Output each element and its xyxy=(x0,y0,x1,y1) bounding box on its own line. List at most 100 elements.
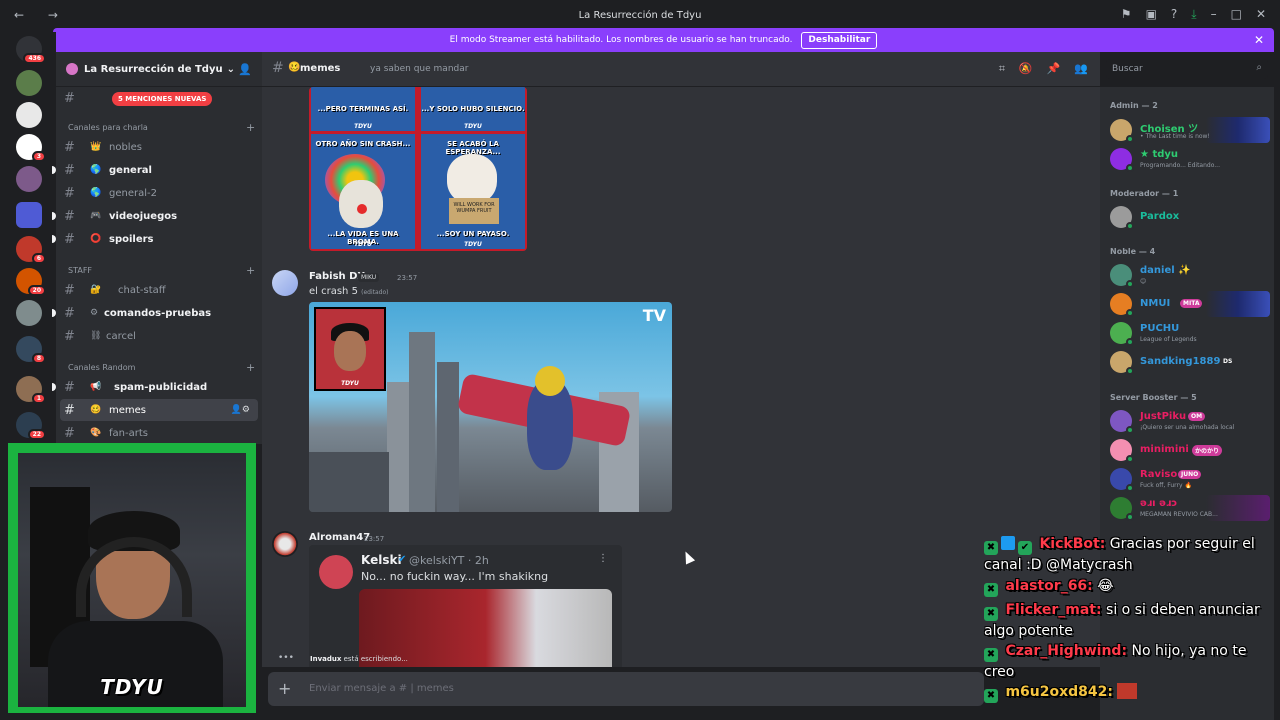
channel-general[interactable]: # 🌎 general xyxy=(52,159,262,181)
server-icon[interactable]: 8 xyxy=(16,336,46,364)
channel-comandos-pruebas[interactable]: # ⚙ comandos-pruebas xyxy=(52,302,262,324)
close-icon[interactable]: ✕ xyxy=(1256,7,1266,22)
tweet-embed[interactable]: Kelski ✔ @kelskiYT · 2h ⋮ No... no fucki… xyxy=(309,545,622,667)
channel-general-2[interactable]: # 🌎 general-2 xyxy=(56,182,262,204)
maximize-icon[interactable]: □ xyxy=(1231,7,1242,22)
member-item[interactable]: Choisen ツ • The Last time is now! xyxy=(1110,117,1270,145)
hash-icon: # xyxy=(64,282,75,298)
typing-indicator: ••• Invadux está escribiendo... xyxy=(262,653,408,663)
pilot-head xyxy=(535,366,565,396)
add-channel-icon[interactable]: + xyxy=(246,361,255,374)
category-staff[interactable]: STAFF + xyxy=(68,264,255,277)
avatar[interactable] xyxy=(272,270,298,296)
video-attachment[interactable]: TV TDYU xyxy=(309,302,672,512)
stream-chat-overlay: ✖ ✔ KickBot: Gracias por seguir el canal … xyxy=(980,514,1275,720)
embed-author[interactable]: Kelski xyxy=(361,553,402,567)
server-icon[interactable] xyxy=(16,70,42,96)
channel-nobles[interactable]: # 👑 nobles xyxy=(56,136,262,158)
member-item[interactable]: JustPiku OM ¡Quiero ser una almohada loc… xyxy=(1110,408,1270,436)
meme-image[interactable]: ...PERO TERMINAS ASÍ. TDYU ...Y SOLO HUB… xyxy=(309,87,527,251)
member-item[interactable]: ★ tdyu Programando... Editando... xyxy=(1110,146,1270,174)
member-item[interactable]: minimini かのかり xyxy=(1110,437,1270,465)
more-options-icon[interactable]: ⋮ xyxy=(598,553,608,564)
flag-icon[interactable]: ⚑ xyxy=(1121,7,1132,22)
server-icon[interactable] xyxy=(16,300,42,326)
channel-memes[interactable]: # 🥴 memes 👤⚙ xyxy=(60,399,258,421)
emote-icon xyxy=(1117,683,1138,699)
member-item[interactable]: Raviso JUNO Fuck off, Furry 🔥 xyxy=(1110,466,1270,494)
member-item[interactable]: Sandking1889 DS xyxy=(1110,349,1270,377)
inbox-icon[interactable]: ▣ xyxy=(1146,7,1157,22)
member-name: JustPiku xyxy=(1140,411,1187,422)
channel-videojuegos[interactable]: # 🎮 videojuegos xyxy=(52,205,262,227)
invite-icon[interactable]: 👤 xyxy=(238,63,252,76)
help-icon[interactable]: ? xyxy=(1171,7,1177,22)
avatar[interactable] xyxy=(272,531,298,557)
meme-tag: TDYU xyxy=(354,123,372,130)
message-author[interactable]: Fabish DX xyxy=(309,271,365,282)
mute-icon[interactable]: 🔕 xyxy=(1019,62,1033,76)
channel-spam-publicidad[interactable]: # 📢 spam-publicidad xyxy=(52,376,262,398)
download-icon[interactable]: ⤓ xyxy=(1191,7,1196,22)
pip-face xyxy=(334,331,366,371)
server-icon[interactable]: 6 xyxy=(16,236,46,264)
pin-icon[interactable]: 📌 xyxy=(1047,62,1061,76)
folder-icon[interactable] xyxy=(16,202,42,228)
channel-spoilers[interactable]: # ⭕ spoilers xyxy=(52,228,262,250)
channel-chat-staff[interactable]: # 🔐 chat-staff xyxy=(56,279,262,301)
building xyxy=(309,452,389,512)
member-name: ǝɹı ǝɹɔ xyxy=(1140,498,1178,509)
hash-icon: # xyxy=(64,90,75,106)
attach-plus-icon[interactable]: + xyxy=(278,679,291,698)
moderator-badge-icon: ✖ xyxy=(984,607,998,621)
server-icon[interactable] xyxy=(16,102,42,128)
disable-streamer-button[interactable]: Deshabilitar xyxy=(801,32,878,49)
hash-icon: # xyxy=(64,231,75,247)
add-channel-icon[interactable]: + xyxy=(246,264,255,277)
member-avatar xyxy=(1110,410,1134,434)
member-item[interactable]: NMUI MITA xyxy=(1110,291,1270,319)
search-input[interactable]: Buscar ⌕ xyxy=(1106,59,1268,79)
threads-icon[interactable]: ⌗ xyxy=(999,62,1005,76)
member-item[interactable]: daniel ✨ 😊 xyxy=(1110,262,1270,290)
typing-text: está escribiendo... xyxy=(343,655,408,663)
member-item[interactable]: Pardox xyxy=(1110,204,1270,232)
channel-label: general xyxy=(109,164,152,176)
channel-label: spoilers xyxy=(109,233,154,245)
server-badge: 8 xyxy=(31,353,46,364)
member-status: • The Last time is now! xyxy=(1140,133,1210,140)
home-server-icon[interactable]: 436 xyxy=(16,36,46,64)
message-input[interactable]: Enviar mensaje a # | memes xyxy=(309,683,454,694)
message-author[interactable]: Alroman47 xyxy=(309,532,370,543)
add-channel-icon[interactable]: + xyxy=(246,121,255,134)
server-icon[interactable]: 3 xyxy=(16,134,46,162)
new-mentions-pill[interactable]: 5 MENCIONES NUEVAS xyxy=(112,92,213,106)
guild-header[interactable]: La Resurrección de Tdyu ⌄ 👤 xyxy=(56,52,262,87)
unread-indicator xyxy=(52,235,56,243)
server-icon[interactable]: 20 xyxy=(16,268,46,296)
meme-panel: ...Y SOLO HUBO SILENCIO. TDYU xyxy=(421,87,525,131)
member-name: Pardox xyxy=(1140,211,1180,222)
unread-indicator xyxy=(52,383,56,391)
close-banner-icon[interactable]: ✕ xyxy=(1254,28,1264,52)
channel-label: videojuegos xyxy=(109,210,178,222)
member-item[interactable]: PUCHU League of Legends xyxy=(1110,320,1270,348)
channel-fan-arts[interactable]: # 🎨 fan-arts xyxy=(56,422,262,444)
channel-carcel[interactable]: # ⛓ carcel xyxy=(56,325,262,347)
category-charla[interactable]: Canales para charla + xyxy=(68,121,255,134)
meme-tag: TDYU xyxy=(464,123,482,130)
message-composer[interactable]: + Enviar mensaje a # | memes xyxy=(268,672,984,706)
minimize-icon[interactable]: – xyxy=(1211,7,1217,22)
server-icon[interactable] xyxy=(16,166,42,192)
channel-topic[interactable]: ya saben que mandar xyxy=(370,64,468,74)
member-avatar xyxy=(1110,293,1134,317)
server-badge: 22 xyxy=(27,429,46,440)
members-icon[interactable]: 👥 xyxy=(1074,62,1088,76)
category-random[interactable]: Canales Random + xyxy=(68,361,255,374)
hash-icon: # xyxy=(272,60,284,76)
category-label: Canales Random xyxy=(68,363,136,372)
server-icon[interactable]: 22 xyxy=(16,412,46,440)
channel-settings-icon[interactable]: 👤⚙ xyxy=(231,405,250,415)
message-time: 23:57 xyxy=(364,535,385,543)
server-icon[interactable]: 1 xyxy=(16,376,46,404)
